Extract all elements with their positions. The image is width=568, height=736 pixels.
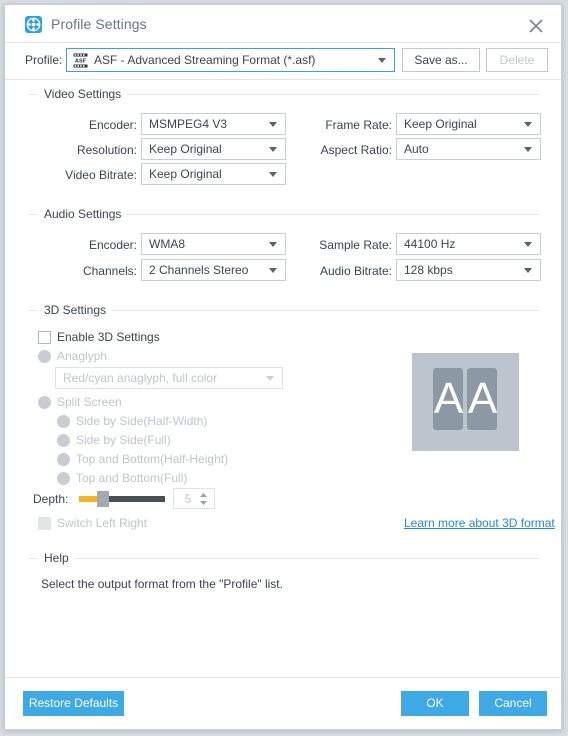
audio-channels-label: Channels:	[82, 264, 137, 278]
frame-rate-label: Frame Rate:	[325, 118, 392, 132]
video-settings-title: Video Settings	[38, 87, 128, 101]
profile-settings-dialog: Profile Settings Profile: ASF ASF - Adva…	[4, 4, 562, 730]
video-resolution-select[interactable]: Keep Original	[141, 138, 286, 160]
video-bitrate-select[interactable]: Keep Original	[141, 163, 286, 185]
profile-select[interactable]: ASF ASF - Advanced Streaming Format (*.a…	[66, 48, 395, 72]
three-d-settings-title: 3D Settings	[38, 303, 113, 317]
chevron-down-icon	[524, 268, 532, 273]
video-encoder-value: MSMPEG4 V3	[149, 117, 228, 131]
help-text: Select the output format from the "Profi…	[41, 577, 283, 591]
split-screen-radio	[38, 396, 51, 409]
anaglyph-type-select: Red/cyan anaglyph, full color	[55, 367, 283, 389]
chevron-down-icon	[378, 58, 386, 63]
footer-bar: Restore Defaults OK Cancel	[5, 677, 561, 729]
top-bottom-full-radio	[57, 472, 70, 485]
video-encoder-select[interactable]: MSMPEG4 V3	[141, 113, 286, 135]
page-title: Profile Settings	[51, 16, 147, 32]
video-bitrate-label: Video Bitrate:	[65, 168, 137, 182]
three-d-preview: A A	[412, 353, 519, 451]
profile-row: Profile: ASF ASF - Advanced Streaming Fo…	[5, 43, 561, 79]
enable-3d-label: Enable 3D Settings	[57, 330, 160, 344]
switch-left-right-label: Switch Left Right	[57, 516, 148, 530]
frame-rate-select[interactable]: Keep Original	[396, 113, 541, 135]
audio-encoder-select[interactable]: WMA8	[141, 233, 286, 255]
three-d-group-line-right	[101, 310, 540, 311]
depth-value: 5	[184, 492, 192, 506]
profile-divider	[5, 79, 561, 80]
aspect-ratio-value: Auto	[404, 142, 429, 156]
video-resolution-value: Keep Original	[149, 142, 222, 156]
chevron-down-icon	[269, 122, 277, 127]
help-title: Help	[38, 551, 75, 565]
chevron-down-icon	[269, 147, 277, 152]
svg-text:ASF: ASF	[75, 59, 87, 65]
side-by-side-full-radio	[57, 434, 70, 447]
audio-group-line-right	[119, 214, 540, 215]
chevron-down-icon	[269, 268, 277, 273]
top-bottom-half-label: Top and Bottom(Half-Height)	[76, 452, 229, 466]
audio-encoder-label: Encoder:	[88, 238, 137, 252]
help-group-line-right	[75, 558, 540, 559]
depth-label: Depth:	[33, 492, 69, 506]
side-by-side-full-label: Side by Side(Full)	[76, 433, 171, 447]
sample-rate-value: 44100 Hz	[404, 237, 456, 251]
top-bottom-half-radio	[57, 453, 70, 466]
title-bar: Profile Settings	[5, 5, 561, 43]
restore-defaults-button[interactable]: Restore Defaults	[23, 691, 124, 716]
top-bottom-full-label: Top and Bottom(Full)	[76, 471, 188, 485]
preview-left-glyph: A	[433, 368, 463, 430]
video-resolution-label: Resolution:	[76, 143, 137, 157]
chevron-down-icon	[269, 172, 277, 177]
video-group-line-right	[117, 94, 540, 95]
close-icon[interactable]	[525, 15, 547, 37]
audio-bitrate-value: 128 kbps	[404, 263, 453, 277]
video-bitrate-value: Keep Original	[149, 167, 222, 181]
chevron-down-icon	[266, 376, 274, 381]
audio-channels-select[interactable]: 2 Channels Stereo	[141, 259, 286, 281]
enable-3d-checkbox[interactable]	[38, 331, 51, 344]
depth-stepper[interactable]: 5	[173, 488, 215, 509]
delete-button: Delete	[486, 48, 548, 72]
chevron-down-icon	[524, 122, 532, 127]
switch-left-right-checkbox	[38, 517, 51, 530]
learn-more-3d-link[interactable]: Learn more about 3D format	[404, 516, 555, 530]
preview-right-glyph: A	[467, 368, 497, 430]
anaglyph-type-value: Red/cyan anaglyph, full color	[63, 371, 218, 385]
audio-settings-title: Audio Settings	[38, 207, 128, 221]
anaglyph-radio	[38, 350, 51, 363]
split-screen-label: Split Screen	[57, 395, 122, 409]
audio-channels-value: 2 Channels Stereo	[149, 263, 249, 277]
chevron-down-icon	[269, 242, 277, 247]
sample-rate-select[interactable]: 44100 Hz	[396, 233, 541, 255]
stepper-arrows-icon	[199, 492, 208, 509]
aspect-ratio-select[interactable]: Auto	[396, 138, 541, 160]
ok-button[interactable]: OK	[401, 691, 469, 716]
chevron-down-icon	[524, 242, 532, 247]
frame-rate-value: Keep Original	[404, 117, 477, 131]
audio-bitrate-select[interactable]: 128 kbps	[396, 259, 541, 281]
depth-slider-thumb[interactable]	[97, 491, 109, 507]
audio-bitrate-label: Audio Bitrate:	[319, 264, 392, 278]
asf-file-icon: ASF	[72, 52, 89, 69]
aspect-ratio-label: Aspect Ratio:	[320, 143, 392, 157]
anaglyph-label: Anaglyph	[57, 349, 108, 363]
audio-encoder-value: WMA8	[149, 237, 185, 251]
chevron-down-icon	[524, 147, 532, 152]
video-encoder-label: Encoder:	[88, 118, 137, 132]
side-by-side-half-label: Side by Side(Half-Width)	[76, 414, 208, 428]
profile-value: ASF - Advanced Streaming Format (*.asf)	[94, 53, 316, 67]
sample-rate-label: Sample Rate:	[319, 238, 392, 252]
app-reel-icon	[25, 16, 42, 33]
profile-label: Profile:	[25, 53, 63, 67]
cancel-button[interactable]: Cancel	[479, 691, 547, 716]
side-by-side-half-radio	[57, 415, 70, 428]
save-as-button[interactable]: Save as...	[402, 48, 480, 72]
